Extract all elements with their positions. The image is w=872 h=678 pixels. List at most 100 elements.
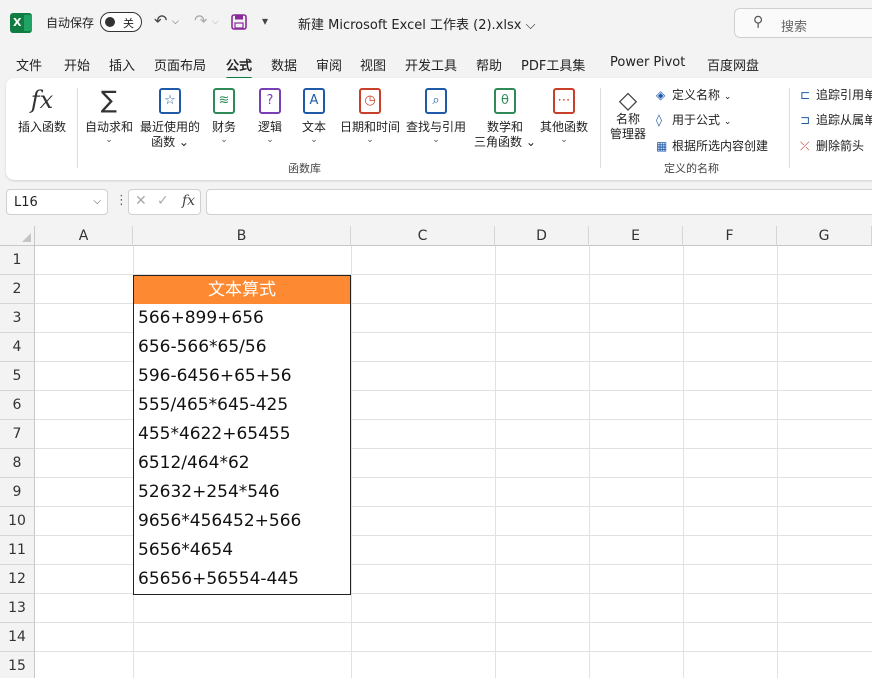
column-header-e[interactable]: E <box>589 226 683 246</box>
formula-input[interactable] <box>206 189 872 215</box>
question-icon: ? <box>259 88 281 114</box>
chevron-down-icon[interactable]: ⌵ <box>93 196 101 207</box>
name-manager-button[interactable]: ◇ 名称 管理器 <box>610 84 646 142</box>
recently-used-button[interactable]: ☆ 最近使用的 函数 ⌄ <box>140 84 200 150</box>
cell-b5[interactable]: 596-6456+65+56 <box>133 362 351 392</box>
use-in-formula-button[interactable]: ◊ 用于公式 ⌄ <box>656 111 731 128</box>
undo-icon[interactable]: ↶ <box>154 11 167 30</box>
cell-b12[interactable]: 65656+56554-445 <box>133 565 351 595</box>
lookup-button[interactable]: ⌕ 查找与引用 ⌄ <box>406 84 466 145</box>
column-header-f[interactable]: F <box>683 226 777 246</box>
save-icon[interactable] <box>231 14 247 30</box>
logical-button[interactable]: ? 逻辑 ⌄ <box>258 84 282 145</box>
text-a-icon: A <box>303 88 325 114</box>
row-header[interactable]: 11 <box>0 536 35 565</box>
tab-formulas[interactable]: 公式 <box>226 55 253 80</box>
gridline <box>683 246 684 678</box>
enter-icon[interactable]: ✓ <box>157 193 169 209</box>
autosum-button[interactable]: ∑ 自动求和 ⌄ <box>85 84 133 145</box>
cell-b4[interactable]: 656-566*65/56 <box>133 333 351 363</box>
define-name-button[interactable]: ◈ 定义名称 ⌄ <box>656 86 731 103</box>
name-box[interactable]: L16 ⌵ <box>6 189 108 215</box>
row-header[interactable]: 14 <box>0 623 35 652</box>
tab-review[interactable]: 审阅 <box>316 55 342 74</box>
column-header-g[interactable]: G <box>777 226 872 246</box>
row-header[interactable]: 4 <box>0 333 35 362</box>
column-header-d[interactable]: D <box>495 226 589 246</box>
formula-buttons: ✕ ✓ fx <box>128 189 201 215</box>
customize-toolbar-icon[interactable]: ▾ <box>262 14 268 28</box>
row-header[interactable]: 5 <box>0 362 35 391</box>
cell-b7[interactable]: 455*4622+65455 <box>133 420 351 450</box>
column-header-b[interactable]: B <box>133 226 351 246</box>
tab-view[interactable]: 视图 <box>360 55 386 74</box>
cell-b3[interactable]: 566+899+656 <box>133 304 351 334</box>
math-trig-button[interactable]: θ 数学和 三角函数 ⌄ <box>474 84 536 150</box>
row-header[interactable]: 7 <box>0 420 35 449</box>
ribbon: fx 插入函数 ∑ 自动求和 ⌄ ☆ 最近使用的 函数 ⌄ ≋ 财务 ⌄ ? 逻… <box>6 78 872 180</box>
search-box[interactable]: ⚲ 搜索 <box>734 8 872 38</box>
financial-button[interactable]: ≋ 财务 ⌄ <box>212 84 236 145</box>
row-header[interactable]: 8 <box>0 449 35 478</box>
cell-b8[interactable]: 6512/464*62 <box>133 449 351 479</box>
tab-file[interactable]: 文件 <box>16 55 42 74</box>
row-header[interactable]: 12 <box>0 565 35 594</box>
tab-data[interactable]: 数据 <box>271 55 297 74</box>
tab-insert[interactable]: 插入 <box>109 55 135 74</box>
name-box-value: L16 <box>14 195 38 210</box>
cancel-icon[interactable]: ✕ <box>135 193 147 209</box>
search-placeholder: 搜索 <box>781 20 808 35</box>
datetime-button[interactable]: ◷ 日期和时间 ⌄ <box>340 84 400 145</box>
more-functions-button[interactable]: ⋯ 其他函数 ⌄ <box>540 84 588 145</box>
cell-b10[interactable]: 9656*456452+566 <box>133 507 351 537</box>
cell-b11[interactable]: 5656*4654 <box>133 536 351 566</box>
column-header-c[interactable]: C <box>351 226 495 246</box>
row-header[interactable]: 10 <box>0 507 35 536</box>
chevron-down-icon: ⌄ <box>266 135 274 145</box>
menu-bar: 文件 开始 插入 页面布局 公式 数据 审阅 视图 开发工具 帮助 PDF工具集… <box>0 46 872 80</box>
gridline <box>35 622 872 623</box>
tab-home[interactable]: 开始 <box>64 55 90 74</box>
cell-b2-header[interactable]: 文本算式 <box>133 275 351 305</box>
insert-function-icon[interactable]: fx <box>182 193 195 209</box>
text-button[interactable]: A 文本 ⌄ <box>302 84 326 145</box>
cell-b6[interactable]: 555/465*645-425 <box>133 391 351 421</box>
tab-page-layout[interactable]: 页面布局 <box>154 55 206 74</box>
chevron-down-icon: ⌄ <box>310 135 318 145</box>
trace-dependents-button[interactable]: ⊐ 追踪从属单 <box>800 111 872 128</box>
gridline <box>35 651 872 652</box>
row-header[interactable]: 3 <box>0 304 35 333</box>
autosave-state: 关 <box>123 17 134 30</box>
trace-precedents-button[interactable]: ⊏ 追踪引用单 <box>800 86 872 103</box>
tag-icon: ◈ <box>656 88 666 102</box>
select-all-corner[interactable] <box>0 226 35 246</box>
row-header[interactable]: 1 <box>0 246 35 275</box>
spreadsheet-grid[interactable]: A B C D E F G 1 2 3 4 5 6 7 8 9 10 11 12… <box>0 226 872 678</box>
title-bar: X 自动保存 关 ↶ ⌵ ↷ ⌵ ▾ 新建 Microsoft Excel 工作… <box>0 0 872 46</box>
tab-pdf-tools[interactable]: PDF工具集 <box>521 55 585 74</box>
cell-b9[interactable]: 52632+254*546 <box>133 478 351 508</box>
autosave-toggle[interactable]: 关 <box>100 12 142 32</box>
chevron-down-icon: ⌄ <box>105 135 113 145</box>
row-header[interactable]: 13 <box>0 594 35 623</box>
remove-arrows-button[interactable]: ⤫ 删除箭头 <box>800 137 864 154</box>
theta-icon: θ <box>493 88 516 114</box>
tab-baidu-netdisk[interactable]: 百度网盘 <box>707 55 759 74</box>
tab-power-pivot[interactable]: Power Pivot <box>610 55 685 70</box>
tab-help[interactable]: 帮助 <box>476 55 502 74</box>
create-from-selection-button[interactable]: ▦ 根据所选内容创建 <box>656 137 768 154</box>
column-header-a[interactable]: A <box>35 226 133 246</box>
formula-bar-grip-icon[interactable]: ⋮ <box>115 193 128 208</box>
search-icon: ⚲ <box>753 14 764 30</box>
undo-dropdown-icon[interactable]: ⌵ <box>172 17 179 27</box>
gridline <box>589 246 590 678</box>
row-header[interactable]: 6 <box>0 391 35 420</box>
redo-icon[interactable]: ↷ <box>194 11 207 30</box>
tab-developer[interactable]: 开发工具 <box>405 55 457 74</box>
insert-function-button[interactable]: fx 插入函数 <box>18 84 66 135</box>
document-title[interactable]: 新建 Microsoft Excel 工作表 (2).xlsx ⌵ <box>298 14 535 33</box>
redo-dropdown-icon[interactable]: ⌵ <box>212 17 219 27</box>
row-header[interactable]: 9 <box>0 478 35 507</box>
row-header[interactable]: 2 <box>0 275 35 304</box>
row-header[interactable]: 15 <box>0 652 35 678</box>
